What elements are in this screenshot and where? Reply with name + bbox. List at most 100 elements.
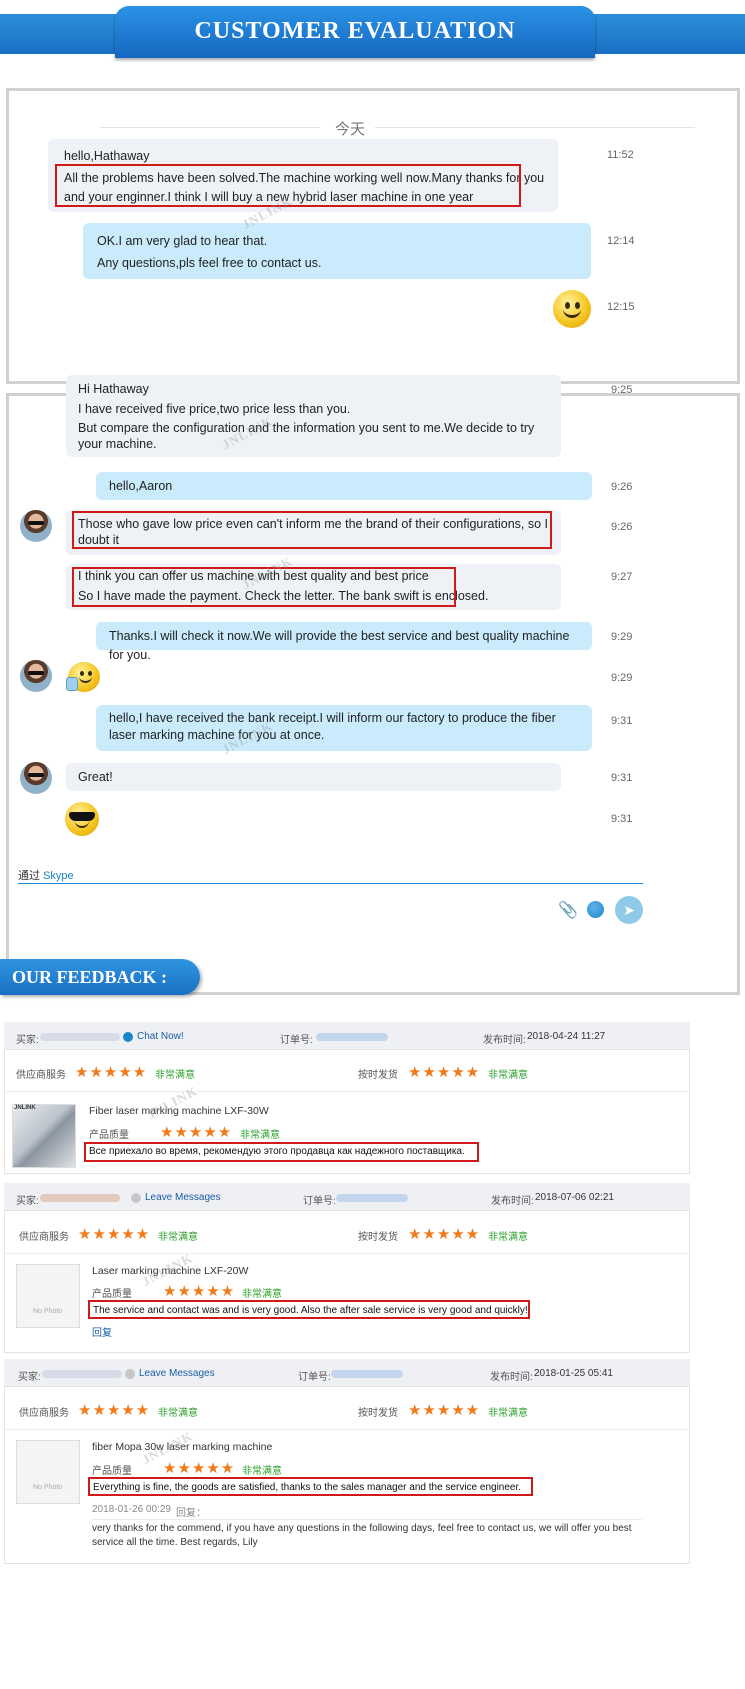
emoticon-icon[interactable] [587,901,604,918]
avatar [20,660,52,692]
row-divider [4,1429,690,1430]
message-line: Thanks.I will check it now.We will provi… [109,629,570,662]
published-label: 发布时间: [491,1196,534,1207]
message-line: OK.I am very glad to hear that. [97,234,268,248]
message-time: 12:15 [607,301,635,313]
review-text: Все приехало во время, рекомендую этого … [89,1146,465,1157]
sunglasses-icon [65,802,99,836]
divider-line [375,127,695,128]
message-line: hello,Aaron [109,479,173,493]
rating-stars: ★★★★★ [408,1226,481,1243]
message-line: Those who gave low price even can't info… [78,517,548,547]
row-divider [92,1519,642,1520]
chat-icon[interactable] [125,1369,135,1379]
via-label: 通过 [18,870,40,882]
review-text: Everything is fine, the goods are satisf… [93,1482,522,1493]
buyer-name [40,1194,120,1202]
supplier-service-label: 供应商服务 [16,1070,66,1081]
satisfied-label: 非常满意 [488,1232,528,1243]
product-image-placeholder[interactable] [16,1264,80,1328]
send-button[interactable]: ➤ [615,896,643,924]
quality-label: 产品质量 [92,1466,132,1477]
reply-link[interactable]: 回复 [92,1324,112,1339]
rating-stars: ★★★★★ [160,1124,233,1141]
chat-icon[interactable] [123,1032,133,1042]
satisfied-label: 非常满意 [488,1408,528,1419]
message-line: Great! [78,770,113,784]
supplier-service-label: 供应商服务 [19,1232,69,1243]
avatar [20,510,52,542]
skype-link[interactable]: Skype [43,870,74,882]
message-time: 12:14 [607,235,635,247]
message-time: 9:31 [611,772,633,784]
message-time: 9:26 [611,521,633,533]
message-line: I think you can offer us machine with be… [78,569,429,583]
message-bubble-outgoing: OK.I am very glad to hear that. Any ques… [83,223,591,279]
message-bubble-outgoing: hello,I have received the bank receipt.I… [96,705,592,751]
reply-date: 2018-01-26 00:29 [92,1504,171,1515]
supplier-service-label: 供应商服务 [19,1408,69,1419]
leave-messages-link[interactable]: Leave Messages [145,1192,221,1203]
row-divider [4,1253,690,1254]
rating-stars: ★★★★★ [75,1064,148,1081]
avatar [20,762,52,794]
message-line: All the problems have been solved.The ma… [64,171,545,204]
date-divider: 今天 [335,120,366,138]
order-label: 订单号: [303,1196,336,1207]
message-time: 9:25 [611,384,633,396]
satisfied-label: 非常满意 [488,1070,528,1081]
message-time: 9:29 [611,631,633,643]
chat-now-link[interactable]: Chat Now! [137,1031,184,1042]
leave-messages-link[interactable]: Leave Messages [139,1368,215,1379]
message-line: I have received five price,two price les… [78,402,351,416]
order-number[interactable] [316,1033,388,1041]
message-bubble-incoming: I think you can offer us machine with be… [66,564,561,610]
rating-stars: ★★★★★ [78,1226,151,1243]
reply-label: 回复： [176,1508,206,1519]
on-time-label: 按时发货 [358,1070,398,1081]
message-line: Hi Hathaway [78,382,149,396]
on-time-label: 按时发货 [358,1232,398,1243]
product-image[interactable] [12,1104,76,1168]
satisfied-label: 非常满意 [240,1130,280,1141]
message-bubble-outgoing: hello,Aaron [96,472,592,500]
product-image-placeholder[interactable] [16,1440,80,1504]
rating-stars: ★★★★★ [163,1460,236,1477]
no-photo-label: No Photo [33,1484,63,1491]
feedback-title: OUR FEEDBACK : [12,967,168,987]
order-number[interactable] [336,1194,408,1202]
thumbs-up-icon [66,662,100,692]
review-text: The service and contact was and is very … [93,1305,528,1316]
on-time-label: 按时发货 [358,1408,398,1419]
attach-icon[interactable]: 📎 [558,900,578,920]
reply-text: very thanks for the commend, if you have… [92,1523,632,1548]
quality-label: 产品质量 [92,1289,132,1300]
message-line: But compare the configuration and the in… [78,421,535,451]
satisfied-label: 非常满意 [242,1466,282,1477]
message-line: hello,Hathaway [64,149,150,163]
chat-icon[interactable] [131,1193,141,1203]
review-date: 2018-07-06 02:21 [535,1192,614,1203]
buyer-label: 买家: [16,1196,39,1207]
rating-stars: ★★★★★ [163,1283,236,1300]
message-bubble-outgoing: Thanks.I will check it now.We will provi… [96,622,592,662]
page-title: CUSTOMER EVALUATION [194,18,516,44]
review-date: 2018-04-24 11:27 [527,1031,606,1042]
message-time: 9:31 [611,715,633,727]
satisfied-label: 非常满意 [242,1289,282,1300]
satisfied-label: 非常满意 [158,1232,198,1243]
message-time: 9:31 [611,813,633,825]
message-bubble-incoming: hello,Hathaway All the problems have bee… [48,139,558,212]
rating-stars: ★★★★★ [78,1402,151,1419]
row-divider [4,1091,690,1092]
message-input[interactable] [18,883,643,884]
order-number[interactable] [331,1370,403,1378]
brand-logo: JNLINK [14,1105,36,1111]
message-time: 11:52 [607,149,634,161]
buyer-label: 买家: [18,1372,41,1383]
message-time: 9:29 [611,672,633,684]
message-line: hello,I have received the bank receipt.I… [109,711,556,742]
message-time: 9:27 [611,571,633,583]
published-label: 发布时间: [483,1035,526,1046]
order-label: 订单号: [280,1035,313,1046]
